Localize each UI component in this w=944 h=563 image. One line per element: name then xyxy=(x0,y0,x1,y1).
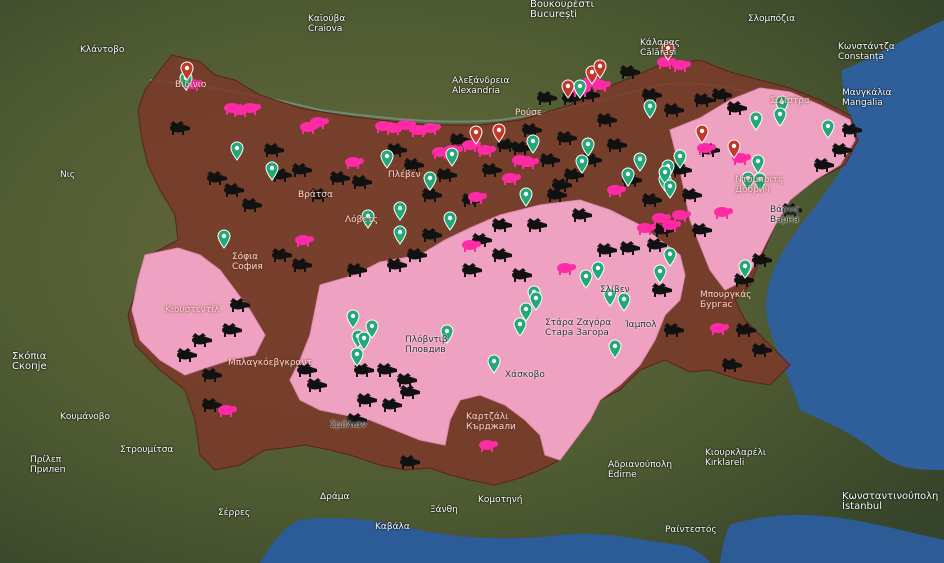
map-view[interactable]: Καϊούβα Craiova Βουκουρέστι București Κωνσ… xyxy=(0,0,944,563)
map-canvas[interactable] xyxy=(0,0,944,563)
